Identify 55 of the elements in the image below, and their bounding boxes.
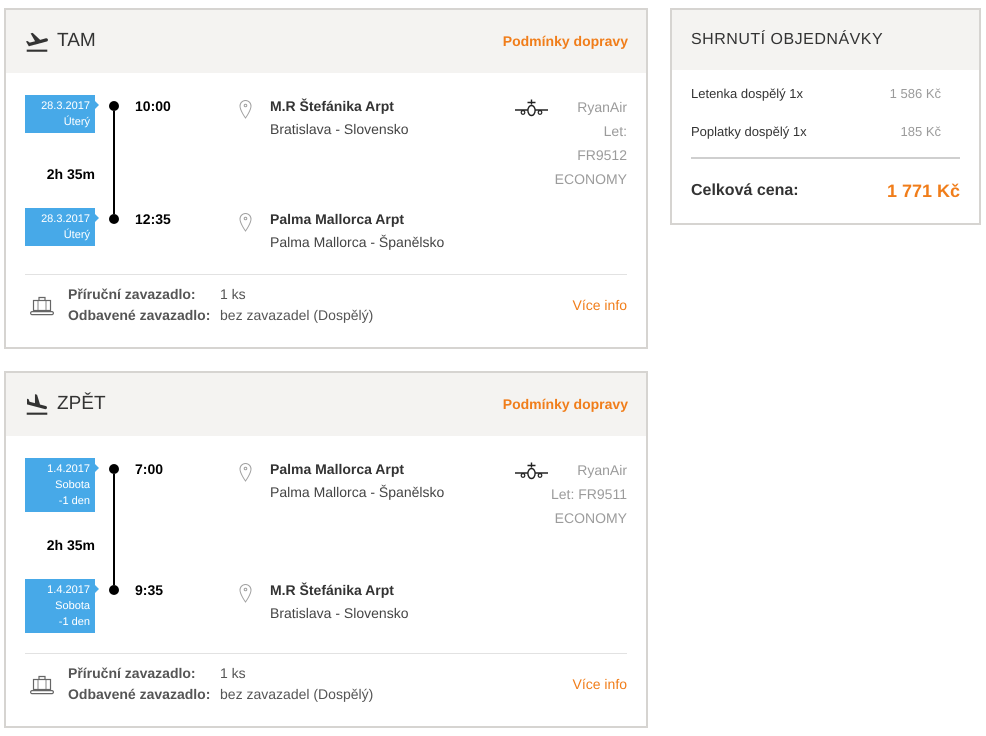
date-badge: 1.4.2017 Sobota -1 den [25, 458, 99, 512]
duration-text: 2h 35m [46, 166, 95, 182]
date-badge: 28.3.2017 Úterý [25, 208, 99, 246]
time-text: 7:00 [135, 461, 164, 477]
airport-name: Palma Mallorca Arpt [270, 210, 406, 229]
flight-info-text: Let: FR9511 [550, 485, 627, 504]
time-text: 12:35 [135, 211, 171, 227]
flight-info-text: ECONOMY [554, 170, 627, 189]
flight-info-text: ECONOMY [554, 509, 627, 528]
luggage-icon [30, 294, 54, 316]
city-country: Bratislava - Slovensko [270, 120, 410, 139]
baggage-value: 1 ks [220, 664, 247, 683]
city-country: Palma Mallorca - Španělsko [270, 233, 446, 252]
price-value: 185 Kč [900, 123, 941, 142]
airplane-icon [515, 99, 548, 117]
summary-title: SHRNUTÍ OBJEDNÁVKY [691, 29, 884, 50]
location-pin-icon [239, 212, 252, 232]
more-info-link[interactable]: Více info [572, 674, 627, 694]
flight-info-text: Let: [604, 122, 627, 141]
price-label: Poplatky dospělý 1x [691, 123, 807, 142]
more-info-link[interactable]: Více info [572, 294, 627, 316]
airport-name: M.R Štefánika Arpt [270, 581, 395, 600]
baggage-label: Příruční zavazadlo: [68, 285, 197, 304]
time-text: 10:00 [135, 98, 171, 114]
flight-info-text: FR9512 [577, 146, 627, 165]
location-pin-icon [239, 99, 252, 119]
duration-text: 2h 35m [46, 536, 95, 552]
date-badge: 1.4.2017 Sobota -1 den [25, 579, 99, 633]
airplane-icon [514, 462, 548, 480]
total-price: 1 771 Kč [886, 180, 960, 202]
baggage-value: 1 ks [220, 285, 247, 304]
flight-info-text: RyanAir [577, 461, 627, 480]
baggage-value: bez zavazadel (Dospělý) [220, 306, 374, 325]
landing-icon [24, 392, 50, 418]
price-value: 1 586 Kč [890, 85, 941, 104]
total-label: Celková cena: [691, 181, 799, 201]
trip-title: ZPĚT [57, 391, 106, 416]
date-badge: 28.3.2017 Úterý [25, 95, 99, 133]
luggage-icon [30, 673, 54, 695]
baggage-label: Příruční zavazadlo: [68, 664, 197, 683]
location-pin-icon [239, 583, 252, 603]
airport-name: M.R Štefánika Arpt [270, 97, 395, 116]
conditions-link[interactable]: Podmínky dopravy [502, 394, 628, 415]
conditions-link[interactable]: Podmínky dopravy [502, 31, 628, 52]
trip-title: TAM [57, 29, 96, 54]
price-label: Letenka dospělý 1x [691, 85, 804, 104]
airport-name: Palma Mallorca Arpt [270, 460, 406, 479]
baggage-label: Odbavené zavazadlo: [68, 685, 212, 704]
location-pin-icon [239, 462, 252, 482]
city-country: Bratislava - Slovensko [270, 604, 410, 623]
city-country: Palma Mallorca - Španělsko [270, 483, 446, 502]
baggage-label: Odbavené zavazadlo: [68, 306, 212, 325]
flight-info-text: RyanAir [577, 98, 627, 117]
baggage-value: bez zavazadel (Dospělý) [220, 685, 374, 704]
time-text: 9:35 [135, 582, 164, 598]
